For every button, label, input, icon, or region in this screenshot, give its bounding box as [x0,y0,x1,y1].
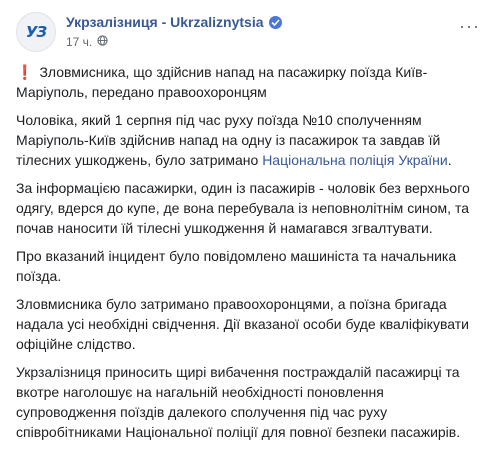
verified-badge-icon [268,15,282,29]
post-header: УЗ Укрзалізниця - Ukrzaliznytsia 17 ч. ·… [16,12,486,56]
post-body: ❗ Зловмисника, що здійснив напад на пасаж… [16,62,480,450]
page-avatar[interactable]: УЗ [16,12,56,52]
paragraph-1-end: . [447,152,452,168]
paragraph-4: Зловмисника було затримано правоохоронця… [16,296,469,352]
paragraph-1: Чоловіка, який 1 серпня під час руху пої… [16,110,480,170]
exclamation-icon: ❗ [16,64,34,80]
name-row: Укрзалізниця - Ukrzaliznytsia [66,14,282,30]
avatar-logo-text: УЗ [25,23,47,41]
post-timestamp[interactable]: 17 ч. [66,35,92,49]
post-meta: 17 ч. [66,35,108,49]
more-dots-icon[interactable]: ··· [459,16,480,37]
page-name-link[interactable]: Укрзалізниця - Ukrzaliznytsia [66,14,264,30]
facebook-post: УЗ Укрзалізниця - Ukrzaliznytsia 17 ч. ·… [0,0,496,449]
paragraph-5: Укрзалізниця приносить щирі вибачення по… [16,364,461,440]
headline-text: Зловмисника, що здійснив напад на пасажи… [16,64,428,100]
paragraph-3: Про вказаний інцидент було повідомлено м… [16,248,457,284]
police-page-link[interactable]: Національна поліція України [262,152,448,168]
globe-icon [97,35,108,49]
paragraph-2: За інформацією пасажирки, один із пасажи… [16,180,470,236]
post-headline: ❗ Зловмисника, що здійснив напад на пасаж… [16,62,480,102]
